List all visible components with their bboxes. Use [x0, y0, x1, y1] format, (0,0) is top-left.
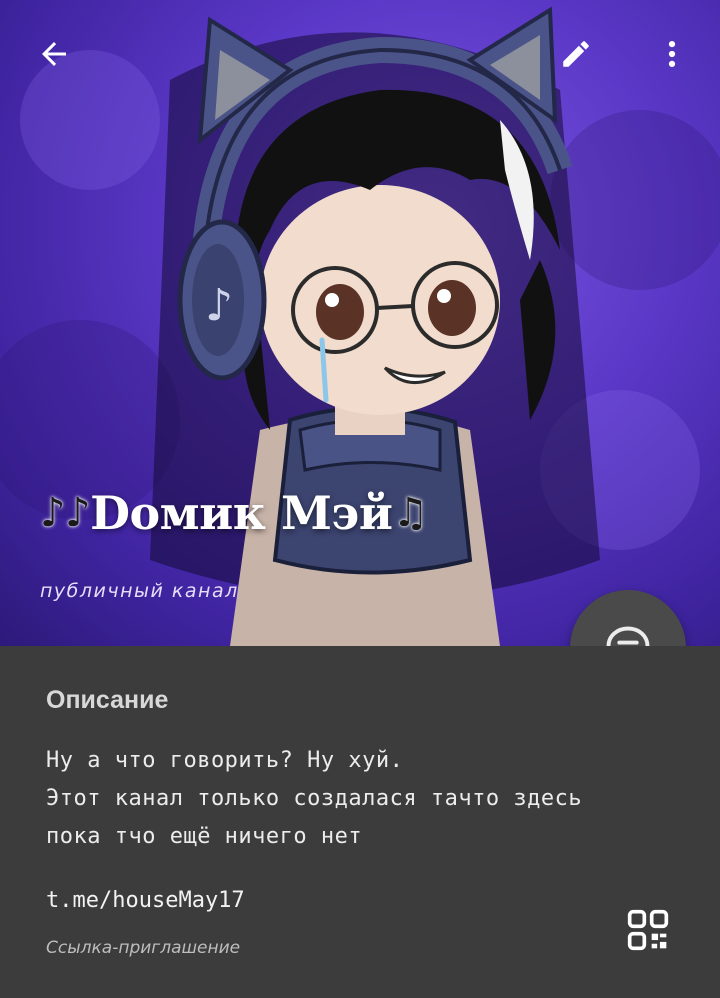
- svg-text:♪: ♪: [205, 280, 233, 331]
- description-text: Ну а что говорить? Ну хуй. Этот канал то…: [46, 742, 686, 856]
- pencil-icon: [563, 41, 589, 67]
- channel-type-label: публичный канал: [40, 580, 239, 602]
- back-button[interactable]: [24, 24, 84, 84]
- channel-title: ♪♪ Dомик Мэй ♫: [40, 486, 428, 540]
- edit-button[interactable]: [546, 24, 606, 84]
- music-note-icon: ♫: [392, 490, 429, 536]
- channel-profile-screen: ♪ ♪♪ Dомик Мэй ♫ публичный канал Описани…: [0, 0, 720, 998]
- description-line: пока тчо ещё ничего нет: [46, 824, 363, 849]
- music-notes-icon: ♪♪: [40, 490, 91, 536]
- description-line: Ну а что говорить? Ну хуй.: [46, 748, 404, 773]
- more-options-button[interactable]: [642, 24, 702, 84]
- qr-code-icon: [627, 909, 669, 951]
- invite-link[interactable]: t.me/houseMay17: [46, 888, 245, 913]
- channel-info-panel: Описание Ну а что говорить? Ну хуй. Этот…: [0, 646, 720, 998]
- channel-cover-image: ♪ ♪♪ Dомик Мэй ♫ публичный канал: [0, 0, 720, 646]
- description-heading: Описание: [46, 686, 169, 714]
- arrow-left-icon: [42, 42, 66, 66]
- avatar-illustration: ♪: [0, 6, 720, 646]
- vertical-dots-icon: [668, 40, 676, 68]
- description-line: Этот канал только создалася тачто здесь: [46, 786, 583, 811]
- qr-code-button[interactable]: [616, 898, 680, 962]
- channel-name: Dомик Мэй: [90, 486, 393, 540]
- invite-link-caption: Ссылка-приглашение: [46, 938, 241, 958]
